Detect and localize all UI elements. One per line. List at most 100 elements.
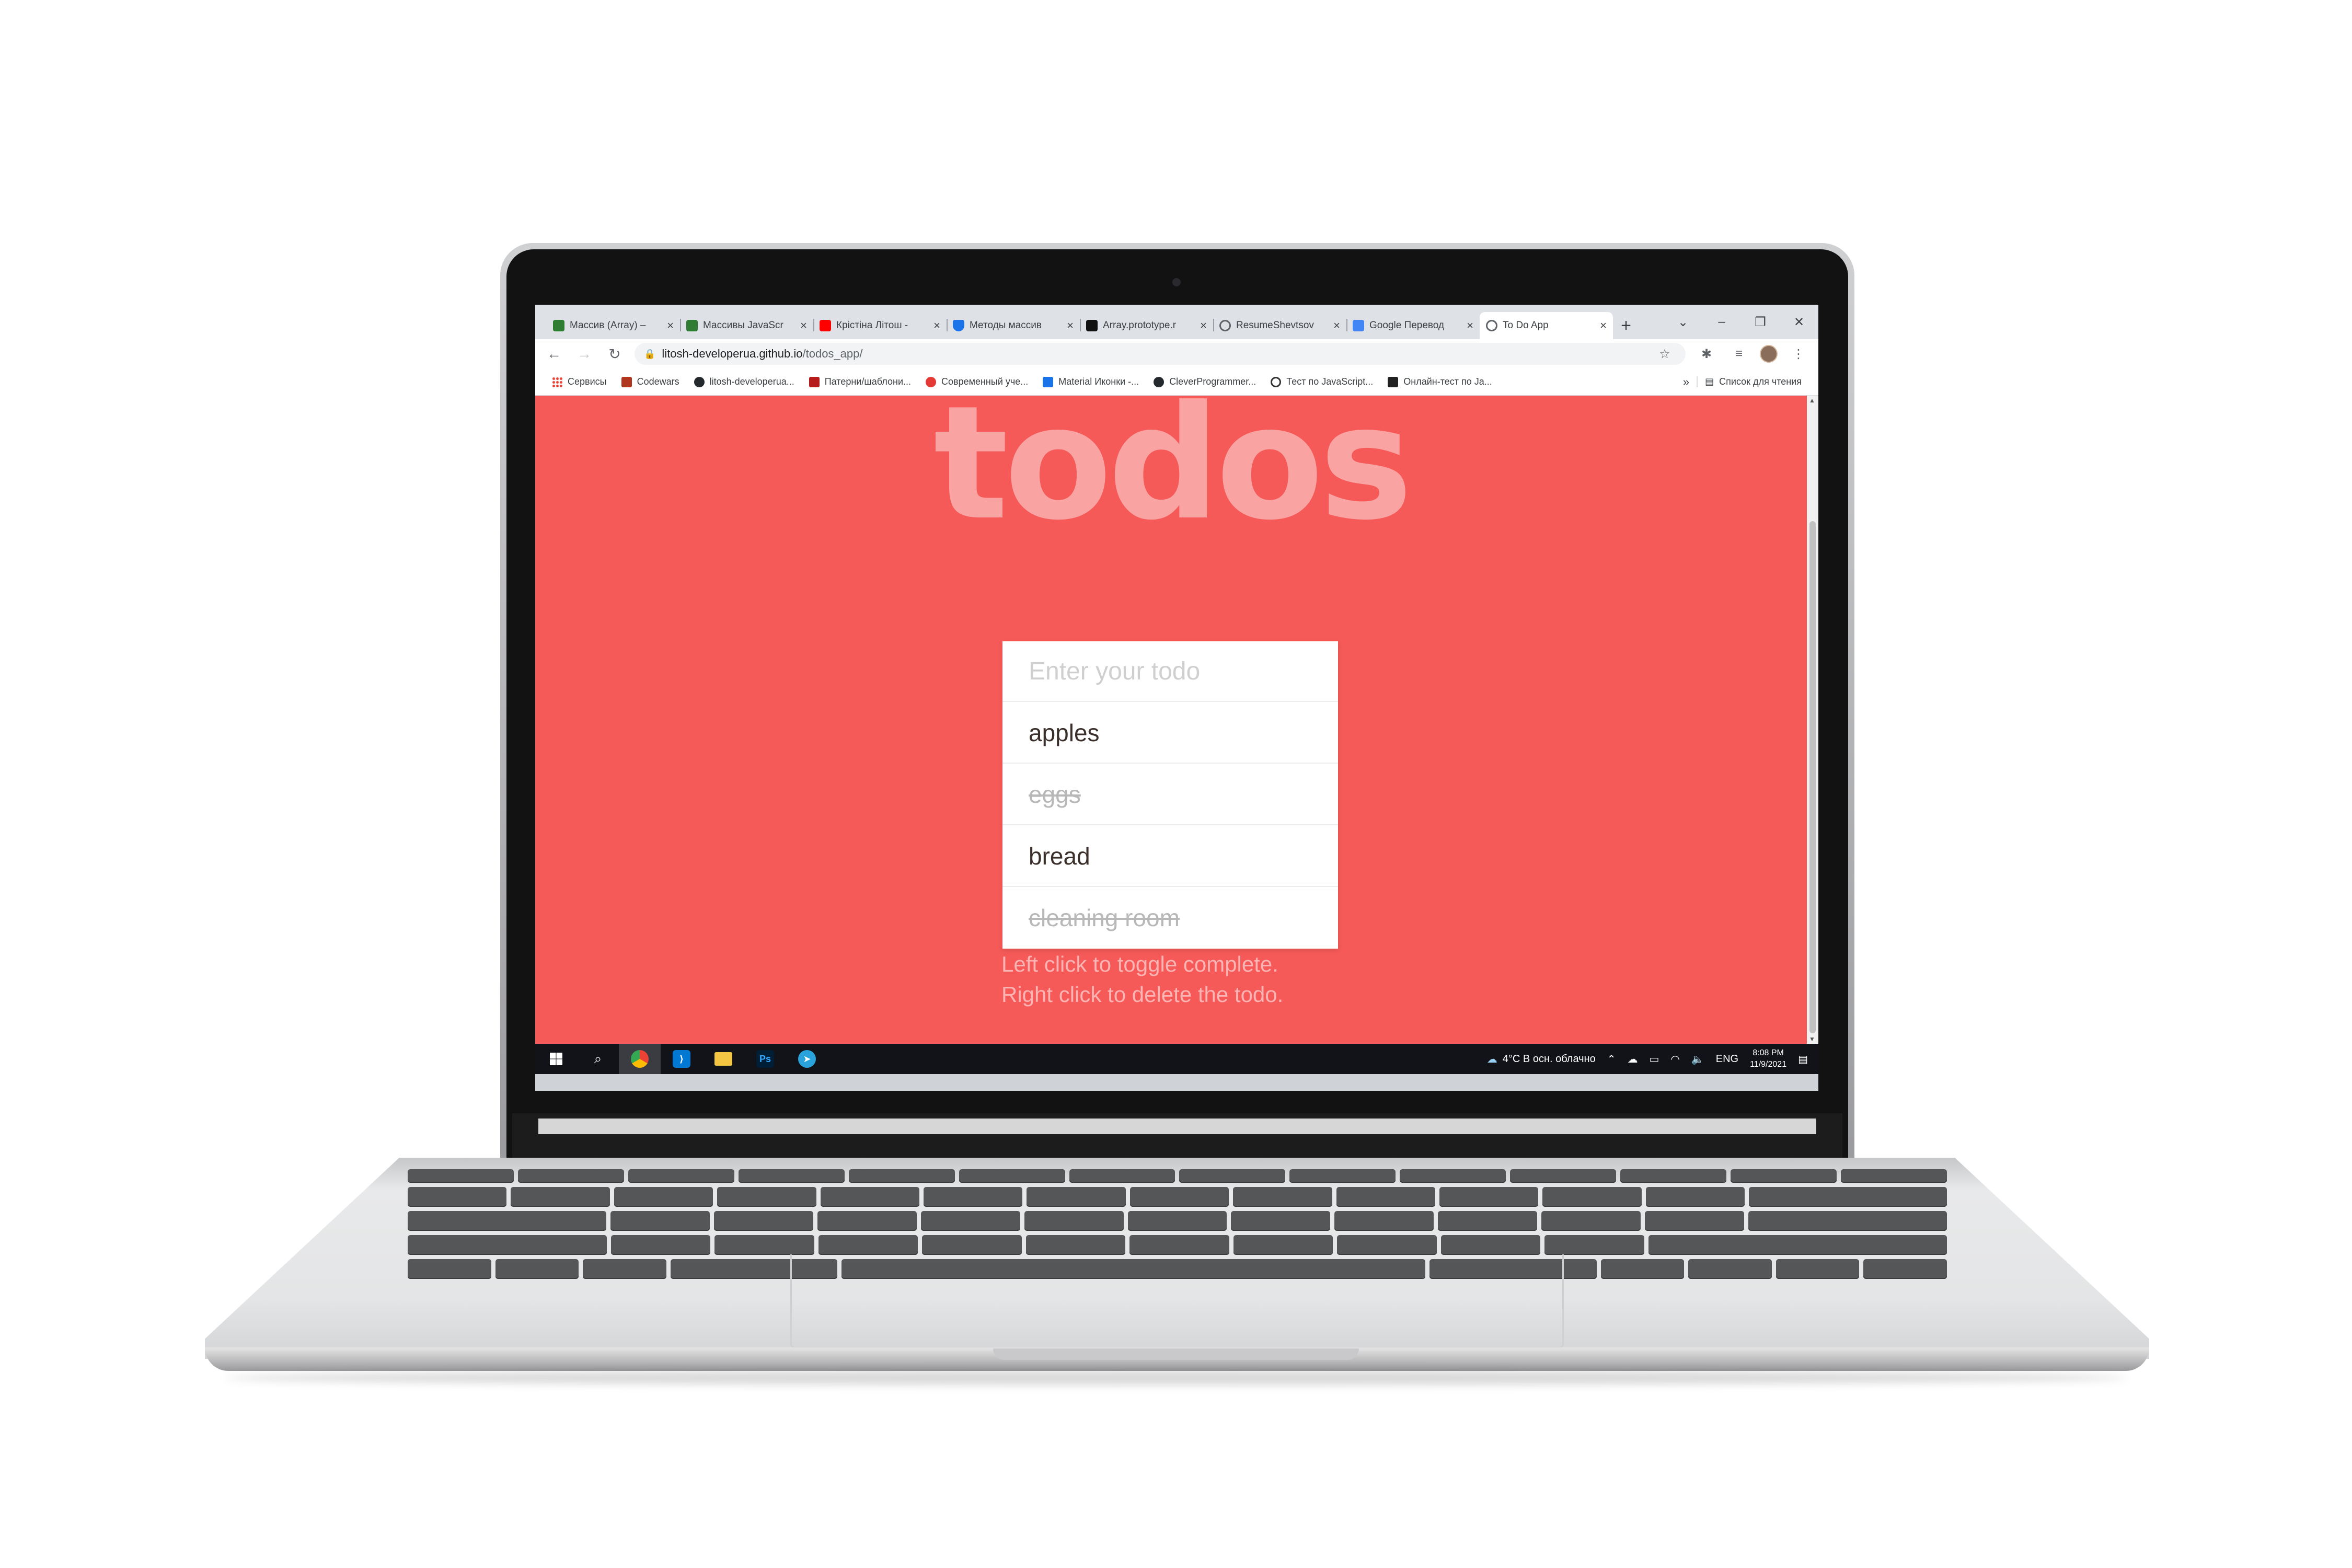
keyboard-row [408, 1235, 1947, 1255]
screen-bottom-strip [535, 1074, 1818, 1091]
scroll-thumb[interactable] [1809, 521, 1816, 1033]
tab-search-icon[interactable]: ⌄ [1664, 315, 1702, 330]
hinge-highlight [538, 1119, 1816, 1134]
back-arrow-icon[interactable]: ← [544, 345, 564, 362]
key [713, 1211, 813, 1231]
lock-icon[interactable]: 🔒 [644, 349, 655, 360]
profile-avatar[interactable] [1760, 345, 1778, 363]
key [1127, 1211, 1227, 1231]
key [1544, 1235, 1644, 1255]
tab-google-translate[interactable]: Google Перевод × [1346, 312, 1480, 339]
close-icon[interactable]: × [667, 319, 674, 332]
tab-resume[interactable]: ResumeShevtsov × [1213, 312, 1346, 339]
tab-array-methods[interactable]: Методы массив × [947, 312, 1080, 339]
webcam [1172, 278, 1181, 286]
tab-array-mdn[interactable]: Массив (Array) – × [547, 312, 680, 339]
key [1648, 1235, 1947, 1255]
close-icon[interactable]: × [1600, 319, 1607, 332]
key [1840, 1169, 1947, 1183]
address-bar[interactable]: 🔒 litosh-developerua.github.io/todos_app… [635, 343, 1686, 365]
key [738, 1169, 845, 1183]
close-icon[interactable]: × [1467, 319, 1473, 332]
key [1069, 1169, 1175, 1183]
app-title: todos [933, 372, 1413, 555]
scroll-down-arrow-icon[interactable]: ▼ [1809, 1035, 1815, 1043]
wifi-icon[interactable]: ◠ [1670, 1053, 1679, 1066]
hint-text-toggle: Left click to toggle complete. Right clic… [1001, 952, 1367, 1007]
close-icon[interactable]: × [1067, 319, 1074, 332]
chevron-up-icon[interactable]: ⌃ [1607, 1053, 1616, 1066]
key [922, 1235, 1022, 1255]
close-icon[interactable]: × [1333, 319, 1340, 332]
taskbar-search-button[interactable]: ⌕ [577, 1044, 619, 1074]
todo-input[interactable] [1002, 641, 1338, 702]
tab-array-prototype[interactable]: Array.prototype.r × [1080, 312, 1213, 339]
windows-taskbar: ⌕ ⟩ Ps ➤ ☁ 4°C В осн. облачно ⌃ ☁ ▭ ◠ 🔈 [535, 1044, 1818, 1074]
key [1620, 1169, 1727, 1183]
windows-start-button[interactable] [535, 1044, 577, 1074]
close-icon[interactable]: × [800, 319, 807, 332]
key [408, 1259, 491, 1279]
page-scrollbar[interactable]: ▲ ▼ [1807, 396, 1818, 1044]
key [408, 1169, 514, 1183]
tab-favicon [1086, 320, 1098, 331]
todo-item[interactable]: apples [1002, 702, 1338, 764]
bookmark-star-icon[interactable]: ☆ [1653, 347, 1676, 362]
forward-arrow-icon[interactable]: → [574, 345, 595, 362]
tab-todo-app[interactable]: To Do App × [1480, 312, 1613, 339]
key [408, 1211, 606, 1231]
volume-icon[interactable]: 🔈 [1691, 1053, 1704, 1066]
close-window-button[interactable]: ✕ [1780, 315, 1818, 330]
hint-line-toggle: Left click to toggle complete. [1001, 952, 1278, 976]
shield-icon [953, 320, 964, 331]
minimize-button[interactable]: – [1702, 315, 1741, 329]
key [717, 1187, 816, 1207]
battery-icon[interactable]: ▭ [1649, 1053, 1659, 1066]
tab-title: Крістіна Літош - [836, 320, 908, 331]
key [1600, 1259, 1685, 1279]
key [1334, 1211, 1434, 1231]
key [1645, 1187, 1745, 1207]
todo-item[interactable]: eggs [1002, 764, 1338, 825]
taskbar-photoshop[interactable]: Ps [744, 1044, 786, 1074]
scroll-up-arrow-icon[interactable]: ▲ [1809, 397, 1815, 404]
extensions-icon[interactable]: ✱ [1695, 347, 1718, 362]
key [1510, 1169, 1617, 1183]
language-indicator[interactable]: ENG [1716, 1053, 1738, 1065]
taskbar-vscode[interactable]: ⟩ [661, 1044, 702, 1074]
taskbar-clock[interactable]: 8:08 PM 11/9/2021 [1750, 1047, 1786, 1070]
todo-item[interactable]: cleaning room [1002, 887, 1338, 949]
tab-title: Массивы JavaScr [703, 320, 783, 331]
clock-time: 8:08 PM [1753, 1048, 1784, 1057]
restore-button[interactable]: ❐ [1741, 315, 1780, 330]
reload-icon[interactable]: ↻ [604, 345, 625, 363]
key [1863, 1259, 1947, 1279]
onedrive-cloud-icon[interactable]: ☁ [1627, 1053, 1638, 1066]
tab-youtube[interactable]: Крістіна Літош - × [813, 312, 947, 339]
new-tab-button[interactable]: + [1613, 312, 1639, 339]
url-path: /todos_app/ [802, 347, 863, 360]
reading-queue-icon[interactable]: ≡ [1727, 347, 1750, 361]
taskbar-file-explorer[interactable] [702, 1044, 744, 1074]
key [1024, 1211, 1124, 1231]
todo-item[interactable]: bread [1002, 825, 1338, 887]
clock-date: 11/9/2021 [1750, 1060, 1787, 1069]
tab-arrays-js[interactable]: Массивы JavaScr × [680, 312, 813, 339]
key [818, 1235, 918, 1255]
key [924, 1187, 1023, 1207]
menu-kebab-icon[interactable]: ⋮ [1787, 347, 1810, 362]
close-icon[interactable]: × [1200, 319, 1207, 332]
close-icon[interactable]: × [933, 319, 940, 332]
taskbar-telegram[interactable]: ➤ [786, 1044, 828, 1074]
globe-icon [1219, 320, 1231, 331]
notification-icon[interactable]: ▤ [1798, 1053, 1808, 1066]
key [511, 1187, 610, 1207]
weather-widget[interactable]: ☁ 4°C В осн. облачно [1487, 1053, 1596, 1066]
browser-toolbar: ← → ↻ 🔒 litosh-developerua.github.io/tod… [535, 339, 1818, 368]
keyboard-row [408, 1211, 1947, 1231]
key [1231, 1211, 1331, 1231]
key [1129, 1235, 1229, 1255]
taskbar-chrome[interactable] [619, 1044, 661, 1074]
laptop-lid-notch [993, 1348, 1359, 1360]
vscode-icon: ⟩ [673, 1050, 690, 1068]
